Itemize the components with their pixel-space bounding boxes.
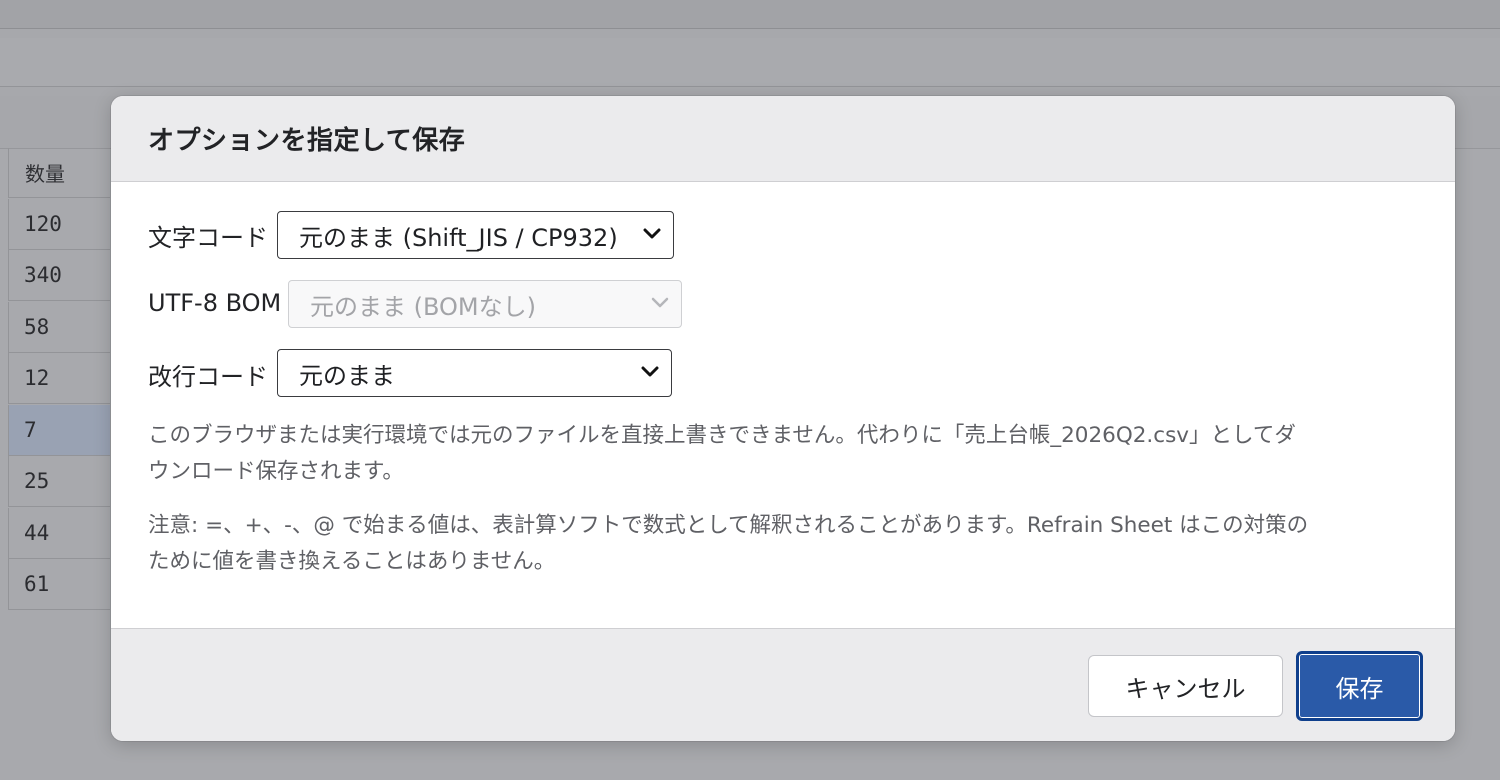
bom-select[interactable]: 元のまま (BOMなし) <box>288 280 682 328</box>
column-header-quantity: 数量 <box>8 148 110 198</box>
dialog-footer: キャンセル 保存 <box>111 628 1455 741</box>
download-notice-line: ウンロード保存されます。 <box>148 459 404 484</box>
save-button[interactable]: 保存 <box>1296 651 1423 721</box>
chevron-down-icon <box>641 366 659 377</box>
chevron-down-icon <box>651 297 669 308</box>
cancel-button[interactable]: キャンセル <box>1088 655 1283 717</box>
formula-warning-line: 注意: =、+、-、@ で始まる値は、表計算ソフトで数式として解釈されることがあ… <box>148 513 1309 538</box>
newline-select-value: 元のまま <box>299 361 395 390</box>
top-bar <box>0 0 1500 29</box>
chevron-down-icon <box>643 228 661 239</box>
table-cell: 12 <box>8 353 110 404</box>
table-cell: 25 <box>8 456 110 507</box>
table-cell: 61 <box>8 559 110 610</box>
save-options-dialog: オプションを指定して保存 文字コード 元のまま (Shift_JIS / CP9… <box>111 96 1455 741</box>
table-cell: 120 <box>8 199 110 250</box>
download-notice-line: このブラウザまたは実行環境では元のファイルを直接上書きできません。代わりに「売上… <box>148 423 1296 448</box>
formula-warning: 注意: =、+、-、@ で始まる値は、表計算ソフトで数式として解釈されることがあ… <box>148 508 1418 580</box>
dialog-header: オプションを指定して保存 <box>111 96 1455 182</box>
encoding-select-value: 元のまま (Shift_JIS / CP932) <box>299 223 618 252</box>
table-cell-selected: 7 <box>8 405 110 456</box>
newline-select[interactable]: 元のまま <box>277 349 672 397</box>
newline-label: 改行コード <box>148 363 268 391</box>
table-cell: 58 <box>8 302 110 353</box>
table-cell: 44 <box>8 508 110 559</box>
download-notice: このブラウザまたは実行環境では元のファイルを直接上書きできません。代わりに「売上… <box>148 418 1418 490</box>
encoding-label: 文字コード <box>148 224 268 252</box>
bom-label: UTF-8 BOM <box>148 289 282 317</box>
table-cell: 340 <box>8 250 110 301</box>
dialog-title: オプションを指定して保存 <box>148 126 466 156</box>
encoding-select[interactable]: 元のまま (Shift_JIS / CP932) <box>277 211 674 259</box>
bom-select-value: 元のまま (BOMなし) <box>310 292 536 321</box>
toolbar <box>0 38 1500 87</box>
formula-warning-line: ために値を書き換えることはありません。 <box>148 549 556 574</box>
